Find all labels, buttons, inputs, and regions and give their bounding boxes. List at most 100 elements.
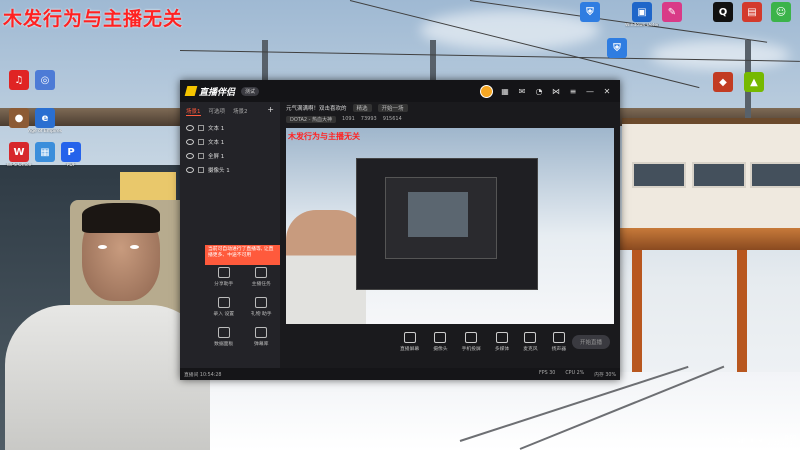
tablet-icon[interactable]: ▣ Windows Defender	[625, 2, 659, 28]
network-icon[interactable]: ▮	[751, 438, 754, 444]
pdf-icon[interactable]: P PDF	[54, 142, 88, 168]
shield-icon-glyph: ⛨	[607, 38, 627, 58]
tool-icon	[255, 267, 268, 278]
monitor-icon	[403, 332, 416, 343]
lock-icon[interactable]	[198, 153, 204, 159]
room-action-button[interactable]: 开始一场	[377, 104, 408, 112]
preview-person	[286, 210, 366, 324]
netease-cloud-icon-glyph: ♫	[9, 70, 29, 90]
volume-icon[interactable]: ◀	[758, 438, 762, 444]
share-icon[interactable]: ⋈	[551, 87, 561, 97]
room-title[interactable]: 元气满满啊！双击喜欢的	[286, 104, 347, 112]
minimize-icon[interactable]: —	[585, 87, 595, 97]
mail-icon[interactable]: ✉	[517, 87, 527, 97]
version-badge[interactable]: 测试	[241, 86, 260, 96]
edge-icon-glyph: e	[35, 108, 55, 128]
visibility-icon[interactable]	[186, 125, 194, 131]
btool-label: 扬声器	[551, 347, 567, 352]
source-item[interactable]: 全屏 1	[180, 149, 280, 163]
play-icon	[496, 332, 509, 343]
shield-icon[interactable]: ⛨	[600, 38, 634, 58]
nvidia-icon[interactable]: ▲	[737, 72, 771, 92]
weather-text[interactable]: 17°C	[718, 438, 730, 444]
camera-icon	[434, 332, 447, 343]
btool-label: 麦克风	[523, 347, 538, 352]
edge-icon[interactable]: e Age of Empires	[28, 108, 62, 134]
shop-sign	[120, 172, 176, 202]
tab-options[interactable]: 可选项	[209, 107, 226, 116]
game-icon[interactable]: ◆	[706, 72, 740, 92]
screen-capture-button[interactable]: 直播屏幕	[400, 332, 419, 352]
visibility-icon[interactable]	[186, 167, 194, 173]
tool-grid: 分享助手 主播任务 录入 设置 礼物 助手 数据面板 弹幕库	[205, 267, 280, 347]
camera-button[interactable]: 摄像头	[433, 332, 448, 352]
pen-icon[interactable]: ✎	[655, 2, 689, 22]
source-item[interactable]: 文本 1	[180, 121, 280, 135]
tool-label: 数据面板	[214, 342, 234, 347]
source-label: 文本 1	[208, 126, 225, 132]
clock-date: 2022/10/27	[767, 441, 796, 447]
stream-preview[interactable]: 木发行为与主播无关	[286, 128, 614, 324]
tool-data-panel[interactable]: 数据面板	[205, 327, 243, 347]
tool-danmaku[interactable]: 弹幕库	[243, 327, 281, 347]
tool-record-settings[interactable]: 录入 设置	[205, 297, 243, 317]
tool-share-assistant[interactable]: 分享助手	[205, 267, 243, 287]
speaker-icon	[552, 332, 565, 343]
btool-label: 直播屏幕	[400, 347, 420, 352]
weather-desc[interactable]: 晴朗	[736, 438, 746, 445]
source-label: 文本 1	[208, 140, 225, 146]
add-scene-icon[interactable]: +	[267, 106, 274, 116]
window	[750, 162, 800, 188]
live-companion-window[interactable]: 直播伴侣 测试 ▦ ✉ ◔ ⋈ ≡ — ✕ 场景1 可选项 场景2 + 文本 1	[180, 80, 620, 380]
pen-icon-glyph: ✎	[662, 2, 682, 22]
room-category[interactable]: DOTA2 - 热血大神	[286, 115, 337, 123]
visibility-icon[interactable]	[186, 153, 194, 159]
source-item[interactable]: 文本 1	[180, 135, 280, 149]
room-info-bar: 元气满满啊！双击喜欢的 精选 开始一场	[280, 102, 620, 114]
security-icon[interactable]: ⛨	[573, 2, 607, 22]
room-tag[interactable]: 精选	[352, 104, 372, 112]
visibility-icon[interactable]	[186, 139, 194, 145]
tool-streamer-tasks[interactable]: 主播任务	[243, 267, 281, 287]
source-toolbar: 直播屏幕 摄像头 手机投屏 多媒体 麦克风 扬声器	[400, 332, 566, 352]
notice-banner[interactable]: 当前可自动进行了直播等, 让直播更多、中途不可用	[205, 245, 280, 265]
scene-sidebar: 场景1 可选项 场景2 + 文本 1 文本 1 全屏 1 摄像头 1 当前可自动…	[180, 102, 280, 380]
speaker-button[interactable]: 扬声器	[552, 332, 566, 352]
media-button[interactable]: 多媒体	[495, 332, 509, 352]
close-icon[interactable]: ✕	[602, 87, 612, 97]
browser-icon[interactable]: ◎	[28, 70, 62, 90]
nested-preview-window-deep	[408, 192, 468, 237]
security-icon-glyph: ⛨	[580, 2, 600, 22]
lock-icon[interactable]	[198, 139, 204, 145]
go-live-button[interactable]: 开始直播	[572, 335, 610, 349]
tool-gift-assistant[interactable]: 礼物 助手	[243, 297, 281, 317]
qq-icon-glyph: Q	[713, 2, 733, 22]
browser-icon-glyph: ◎	[35, 70, 55, 90]
menu-icon[interactable]: ≡	[568, 87, 578, 97]
tool-icon	[217, 327, 230, 338]
gift-icon[interactable]: ▦	[500, 87, 510, 97]
lock-icon[interactable]	[198, 167, 204, 173]
tool-label: 分享助手	[214, 282, 234, 287]
tab-scene-1[interactable]: 场景1	[186, 107, 201, 116]
room-stat: 73993	[360, 116, 377, 122]
avatar[interactable]	[480, 85, 493, 98]
status-left: 直播间 10:54:28	[184, 372, 222, 378]
nested-preview-window-inner	[385, 177, 497, 259]
phone-cast-button[interactable]: 手机投屏	[462, 332, 481, 352]
microphone-button[interactable]: 麦克风	[523, 332, 538, 352]
btool-label: 手机投屏	[461, 347, 481, 352]
bell-icon[interactable]: ◔	[534, 87, 544, 97]
app-logo: 直播伴侣	[184, 85, 235, 98]
source-label: 全屏 1	[208, 154, 225, 160]
source-item[interactable]: 摄像头 1	[180, 163, 280, 177]
status-bar: 直播间 10:54:28 FPS 30 CPU 2% 内存 30%	[180, 368, 620, 380]
room-stat: 1091	[342, 116, 355, 122]
tool-icon	[255, 297, 268, 308]
lock-icon[interactable]	[198, 125, 204, 131]
wechat-icon[interactable]: ☺	[764, 2, 798, 22]
clock[interactable]: 0:09 2022/10/27	[767, 435, 796, 447]
tool-label: 礼物 助手	[250, 312, 272, 317]
tab-scene-2[interactable]: 场景2	[233, 107, 248, 116]
app-title-bar[interactable]: 直播伴侣 测试 ▦ ✉ ◔ ⋈ ≡ — ✕	[180, 80, 620, 102]
